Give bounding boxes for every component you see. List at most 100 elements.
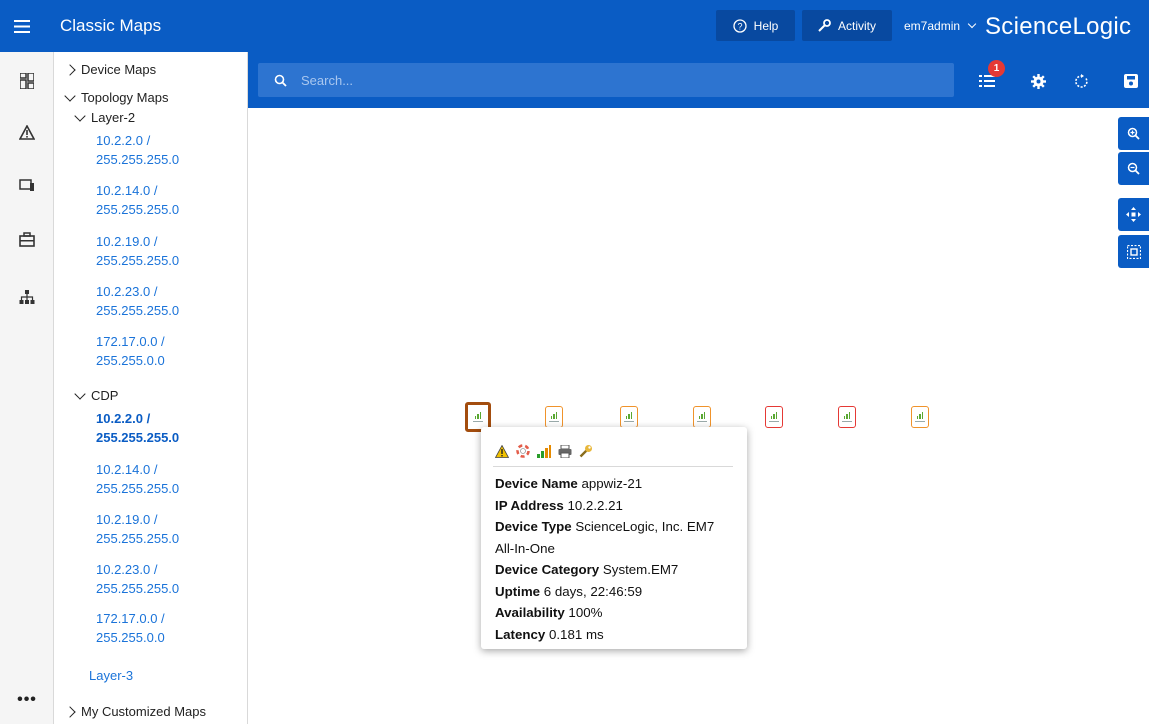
- tree-item-layer2-0[interactable]: 10.2.2.0 / 255.255.255.0: [96, 131, 246, 169]
- hamburger-menu-icon[interactable]: [0, 0, 44, 52]
- subnet-line: 172.17.0.0 /: [96, 334, 165, 349]
- detail-ip-address: IP Address 10.2.2.21: [495, 497, 623, 513]
- node-caption: [549, 420, 559, 423]
- tree-item-layer2-2[interactable]: 10.2.19.0 / 255.255.255.0: [96, 232, 246, 270]
- tree-item-layer2-1[interactable]: 10.2.14.0 / 255.255.255.0: [96, 181, 246, 219]
- device-icon: [916, 411, 924, 419]
- mask-line: 255.255.255.0: [96, 303, 180, 318]
- save-icon[interactable]: [1117, 67, 1145, 95]
- detail-device-name: Device Name appwiz-21: [495, 476, 643, 491]
- tree-item-cdp-2[interactable]: 10.2.19.0 / 255.255.255.0: [96, 510, 246, 548]
- fit-to-screen-button[interactable]: [1118, 235, 1149, 268]
- node-caption: [842, 420, 852, 423]
- detail-uptime: Uptime 6 days, 22:46:59: [495, 583, 643, 599]
- zoom-out-button[interactable]: [1118, 152, 1149, 185]
- subnet-line: 10.2.23.0 /: [96, 562, 158, 577]
- tree-item-cdp-4[interactable]: 172.17.0.0 / 255.255.0.0: [96, 609, 246, 647]
- alert-icon[interactable]: [0, 117, 54, 147]
- node-caption: [697, 420, 707, 423]
- tree-label: My Customized Maps: [81, 704, 206, 719]
- map-node[interactable]: [838, 406, 856, 428]
- devices-icon[interactable]: [0, 170, 54, 200]
- device-details: Device Name appwiz-21 IP Address 10.2.2.…: [495, 473, 735, 645]
- gear-icon[interactable]: [1024, 67, 1052, 95]
- tree-device-maps[interactable]: Device Maps: [64, 62, 157, 77]
- map-node[interactable]: [765, 406, 783, 428]
- chevron-right-icon: [64, 705, 76, 718]
- icon-rail: •••: [0, 52, 54, 724]
- user-menu[interactable]: em7admin: [904, 0, 977, 52]
- move-arrows-icon: [1126, 207, 1141, 222]
- ticket-lifering-icon[interactable]: [516, 444, 530, 458]
- notifications-list-icon[interactable]: 1: [973, 60, 1005, 95]
- detail-latency: Latency 0.181 ms: [495, 626, 604, 642]
- notification-badge: 1: [988, 60, 1005, 77]
- chevron-down-icon: [74, 109, 86, 122]
- tree-label: Device Maps: [81, 62, 157, 77]
- device-icon: [843, 411, 851, 419]
- tree-cdp[interactable]: CDP: [74, 387, 119, 403]
- map-node[interactable]: [545, 406, 563, 428]
- brand-logo: ScienceLogic: [985, 13, 1132, 40]
- chevron-down-icon: [968, 19, 977, 29]
- node-caption: [915, 420, 925, 423]
- activity-button[interactable]: Activity: [802, 10, 892, 41]
- node-caption: [473, 420, 483, 423]
- svg-text:?: ?: [737, 21, 742, 31]
- detail-device-type-cont: All-In-One: [495, 540, 555, 556]
- help-label: Help: [753, 18, 779, 33]
- activity-label: Activity: [837, 18, 876, 33]
- mask-line: 255.255.0.0: [96, 353, 165, 368]
- performance-bars-icon[interactable]: [537, 444, 551, 458]
- fit-screen-icon: [1126, 244, 1141, 259]
- map-node[interactable]: [911, 406, 929, 428]
- topology-icon[interactable]: [0, 282, 54, 312]
- zoom-out-icon: [1127, 162, 1140, 175]
- search-input[interactable]: [301, 72, 941, 88]
- briefcase-icon[interactable]: [0, 224, 54, 254]
- mask-line: 255.255.255.0: [96, 253, 180, 268]
- map-node[interactable]: [620, 406, 638, 428]
- dashboard-icon[interactable]: [0, 66, 54, 96]
- user-name: em7admin: [904, 19, 961, 33]
- app-title: Classic Maps: [60, 16, 162, 35]
- device-icon: [550, 411, 558, 419]
- help-button[interactable]: ? Help: [716, 10, 795, 41]
- device-icon: [625, 411, 633, 419]
- node-caption: [769, 420, 779, 423]
- refresh-icon[interactable]: [1067, 67, 1095, 95]
- subnet-line: 10.2.2.0 /: [96, 133, 151, 148]
- subnet-line: 10.2.23.0 /: [96, 284, 158, 299]
- tree-item-cdp-3[interactable]: 10.2.23.0 / 255.255.255.0: [96, 560, 246, 598]
- subnet-line: 10.2.2.0 /: [96, 411, 151, 426]
- print-report-icon[interactable]: [558, 444, 572, 458]
- tree-item-layer2-3[interactable]: 10.2.23.0 / 255.255.255.0: [96, 282, 246, 320]
- device-tooltip: Device Name appwiz-21 IP Address 10.2.2.…: [481, 427, 747, 649]
- tree-layer3[interactable]: Layer-3: [89, 666, 239, 685]
- more-icon[interactable]: •••: [0, 685, 54, 715]
- search-box[interactable]: [258, 63, 954, 97]
- tree-label: CDP: [91, 388, 119, 403]
- tree-label: Topology Maps: [81, 90, 169, 105]
- events-warning-icon[interactable]: [495, 444, 509, 458]
- pan-button[interactable]: [1118, 198, 1149, 231]
- subnet-line: 172.17.0.0 /: [96, 611, 165, 626]
- map-tree: Device Maps Topology Maps Layer-2 10.2.2…: [54, 52, 248, 724]
- chevron-down-icon: [64, 89, 76, 102]
- tree-item-cdp-1[interactable]: 10.2.14.0 / 255.255.255.0: [96, 460, 246, 498]
- tools-wrench-icon[interactable]: [579, 444, 593, 458]
- detail-availability: Availability 100%: [495, 605, 603, 620]
- tree-customized-maps[interactable]: My Customized Maps: [64, 704, 206, 719]
- tree-topology-maps[interactable]: Topology Maps: [64, 89, 169, 105]
- device-icon: [698, 411, 706, 419]
- zoom-in-button[interactable]: [1118, 117, 1149, 150]
- map-toolbar: 1: [248, 52, 1149, 108]
- tree-layer2[interactable]: Layer-2: [74, 109, 135, 125]
- mask-line: 255.255.255.0: [96, 531, 180, 546]
- map-node[interactable]: [693, 406, 711, 428]
- tree-item-cdp-0[interactable]: 10.2.2.0 / 255.255.255.0: [96, 409, 246, 447]
- mask-line: 255.255.255.0: [96, 152, 180, 167]
- subnet-line: 10.2.19.0 /: [96, 234, 158, 249]
- tree-item-layer2-4[interactable]: 172.17.0.0 / 255.255.0.0: [96, 332, 246, 370]
- detail-device-type: Device Type ScienceLogic, Inc. EM7: [495, 519, 715, 534]
